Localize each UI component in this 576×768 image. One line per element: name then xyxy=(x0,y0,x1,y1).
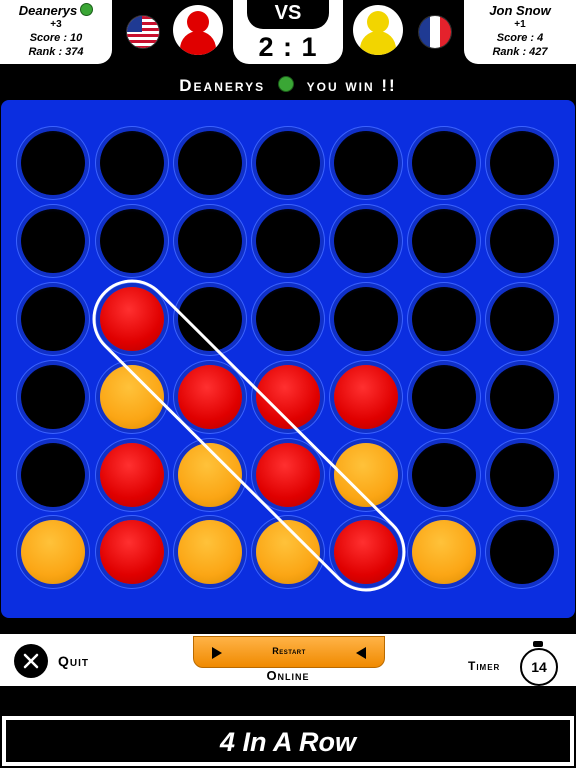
play-right-icon xyxy=(356,647,366,659)
player-left-avatar xyxy=(173,5,223,55)
avatar-head xyxy=(367,11,389,33)
dragon-icon xyxy=(80,3,94,16)
avatar-body xyxy=(360,31,396,55)
winner-message: you win !! xyxy=(306,76,397,95)
stopwatch-stem-icon xyxy=(533,641,543,647)
avatar-body xyxy=(180,31,216,55)
versus-panel: VS 2 : 1 xyxy=(233,0,343,64)
vs-label: VS xyxy=(247,0,329,29)
player-left-score: Score : 10 xyxy=(29,32,83,44)
quit-button[interactable]: Quit xyxy=(14,644,114,680)
player-left-rank: Rank : 374 xyxy=(28,46,84,58)
dragon-icon xyxy=(277,76,294,92)
quit-label[interactable]: Quit xyxy=(58,653,89,669)
player-left-delta: +3 xyxy=(50,19,62,30)
mode-label: Online xyxy=(266,668,310,683)
player-right-delta: +1 xyxy=(514,19,526,30)
match-score: 2 : 1 xyxy=(258,32,318,62)
winner-banner: Deanerys you win !! xyxy=(0,72,576,100)
fr-flag-icon xyxy=(418,15,452,49)
top-bar: Deanerys +3 Score : 10 Rank : 374 VS 2 :… xyxy=(0,0,576,70)
player-card-left: Deanerys +3 Score : 10 Rank : 374 xyxy=(0,0,112,64)
close-icon[interactable] xyxy=(14,644,48,678)
player-left-name: Deanerys xyxy=(18,3,78,18)
winner-name: Deanerys xyxy=(179,76,266,95)
restart-button[interactable]: Restart xyxy=(193,636,385,668)
game-title: 4 In A Row xyxy=(219,727,356,757)
footer-title-bar: 4 In A Row xyxy=(2,716,574,766)
us-flag-icon xyxy=(126,15,160,49)
player-card-right: Jon Snow +1 Score : 4 Rank : 427 xyxy=(464,0,576,64)
game-board[interactable] xyxy=(1,100,575,618)
timer-value: 14 xyxy=(531,659,547,675)
winning-line-capsule xyxy=(92,279,406,592)
stopwatch-icon: 14 xyxy=(520,648,558,686)
avatar-head xyxy=(187,11,209,33)
player-right-avatar xyxy=(353,5,403,55)
player-right-name: Jon Snow xyxy=(489,3,551,18)
player-right-rank: Rank : 427 xyxy=(492,46,548,58)
timer-label: Timer xyxy=(468,659,501,673)
player-left-name-row: Deanerys xyxy=(0,2,112,19)
winning-line-outline xyxy=(92,279,406,592)
footer-inner: 4 In A Row xyxy=(6,720,570,762)
player-right-score: Score : 4 xyxy=(496,32,544,44)
